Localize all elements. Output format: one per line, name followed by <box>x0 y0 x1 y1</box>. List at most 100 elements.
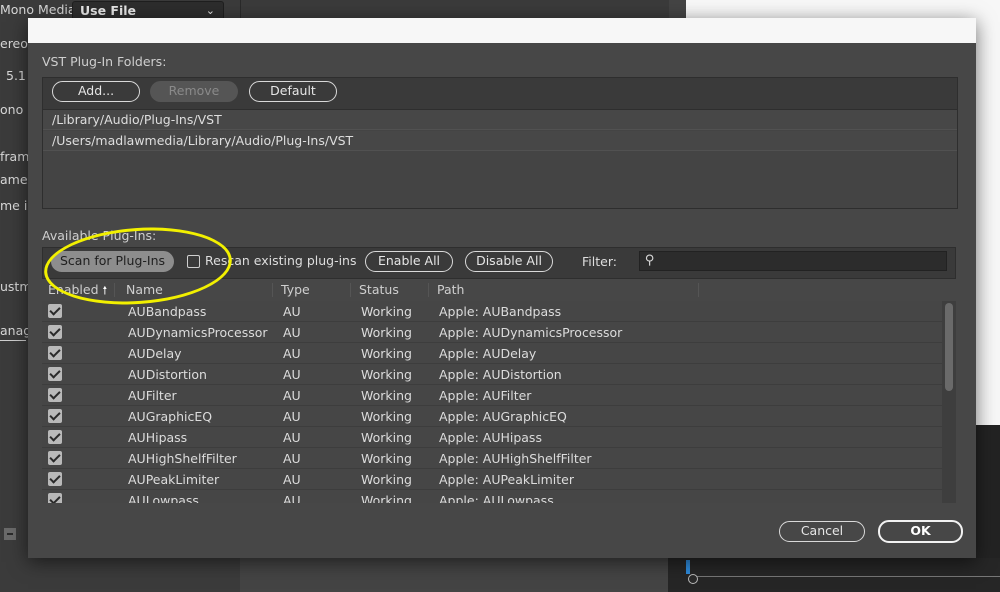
folder-row[interactable]: /Users/madlawmedia/Library/Audio/Plug-In… <box>43 131 957 151</box>
filter-label: Filter: <box>582 254 617 269</box>
background-top-panel <box>240 0 669 20</box>
plugin-type: AU <box>283 325 301 340</box>
plugin-name: AUDynamicsProcessor <box>128 325 268 340</box>
enabled-checkbox[interactable] <box>48 493 62 503</box>
enabled-checkbox[interactable] <box>48 451 62 465</box>
ok-button[interactable]: OK <box>878 520 963 543</box>
timeline-handle-icon[interactable] <box>688 574 698 584</box>
plugin-path: Apple: AUFilter <box>439 388 532 403</box>
plugin-type: AU <box>283 346 301 361</box>
column-separator <box>272 283 273 297</box>
table-row[interactable]: AULowpass AU Working Apple: AULowpass <box>42 490 942 503</box>
search-icon: ⚲ <box>645 253 655 268</box>
plugins-table-body: AUBandpass AU Working Apple: AUBandpass … <box>42 301 956 503</box>
plugin-status: Working <box>361 409 412 424</box>
column-separator <box>698 283 699 297</box>
plugin-manager-dialog: VST Plug-In Folders: Add... Remove Defau… <box>28 18 976 558</box>
folders-toolbar: Add... Remove Default <box>43 78 957 110</box>
table-row[interactable]: AUDelay AU Working Apple: AUDelay <box>42 343 942 364</box>
plugin-name: AUFilter <box>128 388 177 403</box>
table-row[interactable]: AUDistortion AU Working Apple: AUDistort… <box>42 364 942 385</box>
plugin-type: AU <box>283 430 301 445</box>
plugin-path: Apple: AUBandpass <box>439 304 562 319</box>
enabled-checkbox[interactable] <box>48 304 62 318</box>
disable-all-button[interactable]: Disable All <box>465 251 553 272</box>
plugin-type: AU <box>283 388 301 403</box>
plugin-status: Working <box>361 493 412 503</box>
enable-all-button[interactable]: Enable All <box>365 251 453 272</box>
plugin-path: Apple: AULowpass <box>439 493 554 503</box>
table-scrollbar-thumb[interactable] <box>945 303 953 391</box>
plugin-name: AUDistortion <box>128 367 207 382</box>
enabled-checkbox[interactable] <box>48 388 62 402</box>
plugin-path: Apple: AUDistortion <box>439 367 562 382</box>
remove-folder-button[interactable]: Remove <box>150 81 238 102</box>
plugin-status: Working <box>361 430 412 445</box>
vst-folders-label: VST Plug-In Folders: <box>42 54 167 69</box>
plugin-status: Working <box>361 304 412 319</box>
plugin-path: Apple: AUDynamicsProcessor <box>439 325 623 340</box>
background-side-text: ustm <box>0 279 32 294</box>
table-row[interactable]: AUPeakLimiter AU Working Apple: AUPeakLi… <box>42 469 942 490</box>
playhead-marker[interactable] <box>686 560 690 574</box>
folder-row[interactable]: /Library/Audio/Plug-Ins/VST <box>43 110 957 130</box>
filter-input[interactable]: ⚲ <box>639 251 947 271</box>
table-row[interactable]: AUHipass AU Working Apple: AUHipass <box>42 427 942 448</box>
table-row[interactable]: AUFilter AU Working Apple: AUFilter <box>42 385 942 406</box>
column-path-header[interactable]: Path <box>437 280 464 300</box>
plugin-status: Working <box>361 388 412 403</box>
plugin-type: AU <box>283 493 301 503</box>
plugin-status: Working <box>361 451 412 466</box>
plugin-type: AU <box>283 472 301 487</box>
table-row[interactable]: AUGraphicEQ AU Working Apple: AUGraphicE… <box>42 406 942 427</box>
plugin-name: AUHighShelfFilter <box>128 451 237 466</box>
mono-media-label: Mono Media: <box>0 2 80 17</box>
enabled-checkbox[interactable] <box>48 472 62 486</box>
table-row[interactable]: AUDynamicsProcessor AU Working Apple: AU… <box>42 322 942 343</box>
column-separator <box>350 283 351 297</box>
collapse-icon[interactable] <box>4 528 16 540</box>
plugin-path: Apple: AUHipass <box>439 430 542 445</box>
enabled-checkbox[interactable] <box>48 367 62 381</box>
enabled-checkbox[interactable] <box>48 346 62 360</box>
plugin-name: AUPeakLimiter <box>128 472 220 487</box>
plugin-name: AUHipass <box>128 430 188 445</box>
plugin-path: Apple: AUPeakLimiter <box>439 472 574 487</box>
dialog-titlebar[interactable] <box>28 18 976 43</box>
plugin-status: Working <box>361 367 412 382</box>
table-row[interactable]: AUBandpass AU Working Apple: AUBandpass <box>42 301 942 322</box>
enabled-checkbox[interactable] <box>48 430 62 444</box>
column-type-header[interactable]: Type <box>281 280 310 300</box>
plugin-status: Working <box>361 346 412 361</box>
plugin-type: AU <box>283 304 301 319</box>
enabled-checkbox[interactable] <box>48 409 62 423</box>
column-separator <box>428 283 429 297</box>
background-side-text: ono <box>0 102 24 117</box>
background-link-underline <box>0 340 26 341</box>
background-side-text: ereo <box>0 36 28 51</box>
plugin-type: AU <box>283 409 301 424</box>
add-folder-button[interactable]: Add... <box>52 81 140 102</box>
table-row[interactable]: AUHighShelfFilter AU Working Apple: AUHi… <box>42 448 942 469</box>
column-status-header[interactable]: Status <box>359 280 399 300</box>
plugin-name: AUGraphicEQ <box>128 409 213 424</box>
plugin-name: AULowpass <box>128 493 199 503</box>
plugin-name: AUDelay <box>128 346 182 361</box>
plugin-status: Working <box>361 325 412 340</box>
timeline-ruler <box>690 576 1000 577</box>
plugin-name: AUBandpass <box>128 304 207 319</box>
background-side-text: anag <box>0 323 32 338</box>
plugin-type: AU <box>283 367 301 382</box>
background-side-text: ame <box>0 172 28 187</box>
screen: Mono Media: Use File ⌄ ereo 5.1 ono fram… <box>0 0 1000 592</box>
plugin-status: Working <box>361 472 412 487</box>
plugin-type: AU <box>283 451 301 466</box>
background-side-text: 5.1 <box>6 68 26 83</box>
enabled-checkbox[interactable] <box>48 325 62 339</box>
default-folders-button[interactable]: Default <box>249 81 337 102</box>
plugin-path: Apple: AUGraphicEQ <box>439 409 567 424</box>
mono-media-value: Use File <box>80 3 137 18</box>
cancel-button[interactable]: Cancel <box>779 521 865 542</box>
plugin-path: Apple: AUDelay <box>439 346 537 361</box>
background-timeline-area <box>668 558 1000 592</box>
